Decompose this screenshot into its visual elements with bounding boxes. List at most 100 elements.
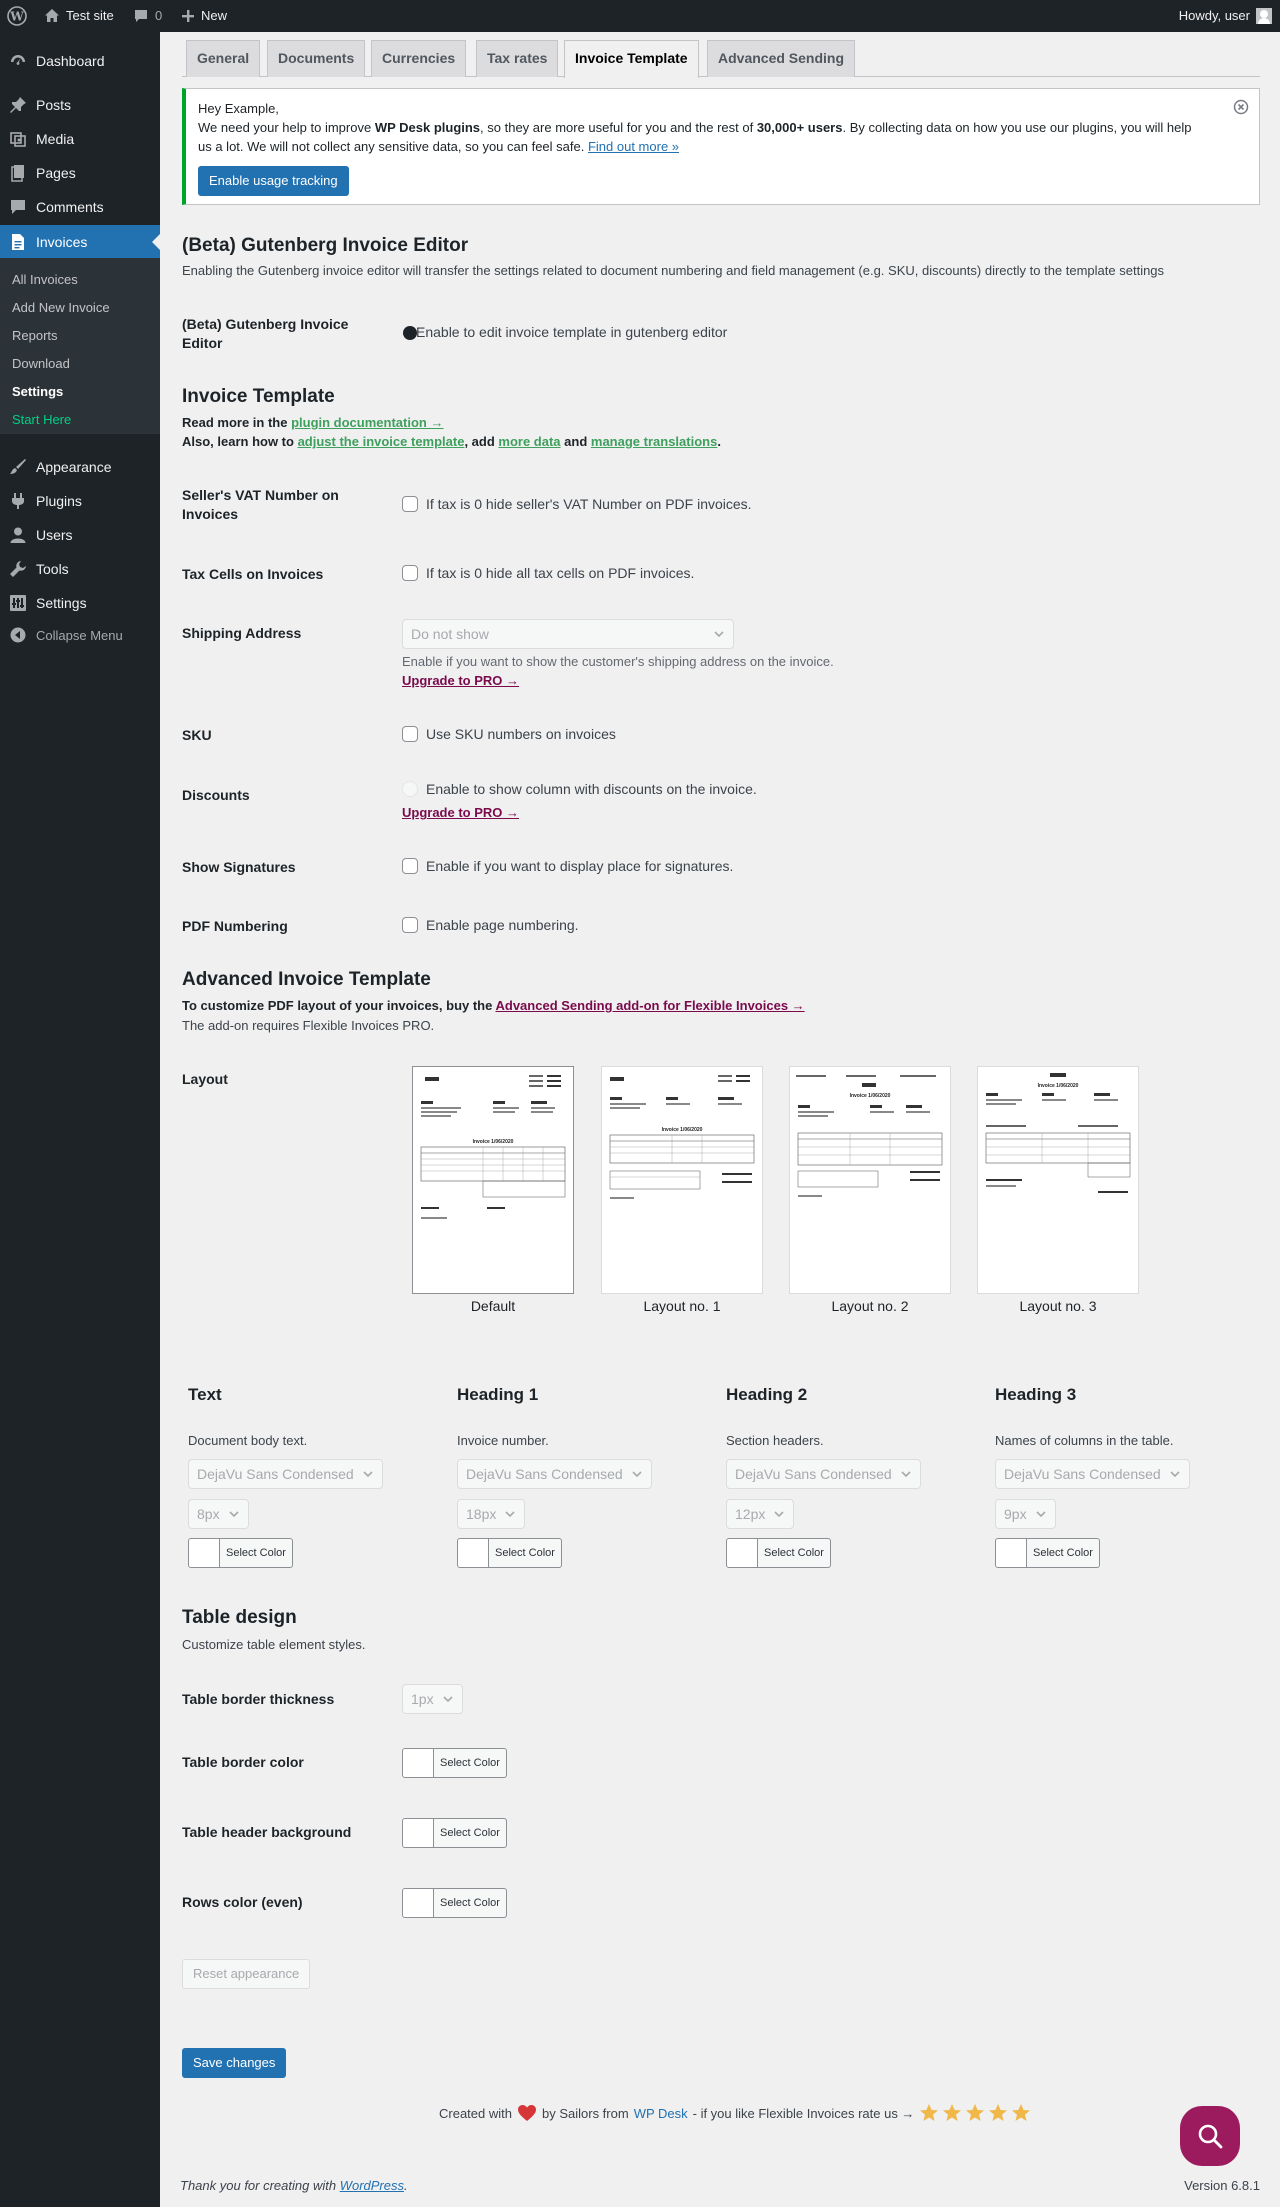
tab-general[interactable]: General bbox=[186, 40, 261, 77]
star-icon[interactable] bbox=[919, 2103, 939, 2123]
sidebar-item-media[interactable]: Media bbox=[0, 122, 160, 156]
select-color-button[interactable]: Select Color bbox=[220, 1538, 293, 1568]
new-content-link[interactable]: New bbox=[181, 0, 227, 32]
star-icon[interactable] bbox=[1011, 2103, 1031, 2123]
tab-advanced-sending[interactable]: Advanced Sending bbox=[707, 40, 856, 77]
discounts-checkbox[interactable] bbox=[402, 781, 418, 797]
comment-icon bbox=[135, 10, 147, 22]
star-icon[interactable] bbox=[988, 2103, 1008, 2123]
sidebar-item-comments[interactable]: Comments bbox=[0, 190, 160, 224]
font-color-picker[interactable]: Select Color bbox=[457, 1538, 562, 1568]
wordpress-logo-icon[interactable]: W bbox=[7, 0, 27, 32]
signatures-checkbox[interactable] bbox=[402, 858, 418, 874]
font-family-select[interactable]: DejaVu Sans Condensed bbox=[726, 1459, 921, 1489]
vat-number-checkbox[interactable] bbox=[402, 496, 418, 512]
wp-desk-link[interactable]: WP Desk bbox=[634, 2106, 688, 2121]
color-swatch[interactable] bbox=[457, 1538, 489, 1568]
font-color-picker[interactable]: Select Color bbox=[995, 1538, 1100, 1568]
plugin-documentation-link[interactable]: plugin documentation → bbox=[291, 415, 443, 430]
sidebar-item-pages[interactable]: Pages bbox=[0, 156, 160, 190]
reset-appearance-button[interactable]: Reset appearance bbox=[182, 1959, 311, 1989]
dismiss-icon[interactable] bbox=[1233, 99, 1249, 115]
gutenberg-editor-toggle[interactable]: Enable to edit invoice template in guten… bbox=[402, 324, 727, 340]
sidebar-item-plugins[interactable]: Plugins bbox=[0, 484, 160, 518]
color-swatch[interactable] bbox=[188, 1538, 220, 1568]
font-size-select[interactable]: 18px bbox=[457, 1499, 526, 1529]
color-swatch[interactable] bbox=[726, 1538, 758, 1568]
invoices-submenu: All Invoices Add New Invoice Reports Dow… bbox=[0, 258, 160, 434]
star-icon[interactable] bbox=[942, 2103, 962, 2123]
color-swatch[interactable] bbox=[402, 1818, 434, 1848]
wordpress-link[interactable]: WordPress bbox=[340, 2178, 404, 2193]
submenu-settings[interactable]: Settings bbox=[12, 382, 63, 402]
footer-period: . bbox=[404, 2178, 408, 2193]
table-border-thickness-select[interactable]: 1px bbox=[402, 1684, 463, 1714]
sidebar-item-label: Users bbox=[36, 527, 73, 543]
color-swatch[interactable] bbox=[995, 1538, 1027, 1568]
sidebar-item-dashboard[interactable]: Dashboard bbox=[0, 44, 160, 78]
save-changes-button[interactable]: Save changes bbox=[182, 2048, 287, 2078]
table-header-background-picker[interactable]: Select Color bbox=[402, 1818, 507, 1848]
font-family-select[interactable]: DejaVu Sans Condensed bbox=[995, 1459, 1190, 1489]
manage-translations-link[interactable]: manage translations bbox=[591, 434, 717, 449]
sidebar-item-label: Settings bbox=[36, 595, 87, 611]
advanced-sending-link[interactable]: Advanced Sending add-on for Flexible Inv… bbox=[496, 998, 805, 1013]
color-swatch[interactable] bbox=[402, 1888, 434, 1918]
select-color-button[interactable]: Select Color bbox=[434, 1748, 507, 1778]
upgrade-pro-link-discounts[interactable]: Upgrade to PRO → bbox=[402, 805, 519, 820]
select-color-button[interactable]: Select Color bbox=[489, 1538, 562, 1568]
submenu-all-invoices[interactable]: All Invoices bbox=[12, 270, 78, 290]
tab-documents[interactable]: Documents bbox=[267, 40, 366, 77]
font-size-select[interactable]: 12px bbox=[726, 1499, 795, 1529]
chevron-down-icon bbox=[774, 1511, 784, 1518]
tab-invoice-template[interactable]: Invoice Template bbox=[564, 40, 699, 78]
layout-card-1[interactable]: Invoice 1/06/2020 bbox=[601, 1066, 763, 1294]
pdf-numbering-checkbox[interactable] bbox=[402, 917, 418, 933]
tax-cells-checkbox[interactable] bbox=[402, 565, 418, 581]
color-swatch[interactable] bbox=[402, 1748, 434, 1778]
submenu-start-here[interactable]: Start Here bbox=[12, 410, 71, 430]
star-icon[interactable] bbox=[965, 2103, 985, 2123]
plug-icon bbox=[12, 493, 24, 509]
submenu-download[interactable]: Download bbox=[12, 354, 70, 374]
more-data-link[interactable]: more data bbox=[498, 434, 560, 449]
rows-color-picker[interactable]: Select Color bbox=[402, 1888, 507, 1918]
sidebar-item-invoices[interactable]: Invoices bbox=[0, 225, 160, 259]
upgrade-pro-link-shipping[interactable]: Upgrade to PRO → bbox=[402, 673, 519, 688]
help-search-button[interactable] bbox=[1180, 2106, 1240, 2166]
submenu-add-new-invoice[interactable]: Add New Invoice bbox=[12, 298, 110, 318]
shipping-address-select[interactable]: Do not show bbox=[402, 619, 734, 649]
adjust-template-link[interactable]: adjust the invoice template bbox=[298, 434, 465, 449]
tab-tax-rates[interactable]: Tax rates bbox=[476, 40, 559, 77]
font-size-value: 18px bbox=[466, 1506, 497, 1522]
find-out-more-link[interactable]: Find out more » bbox=[588, 139, 679, 154]
select-color-button[interactable]: Select Color bbox=[434, 1888, 507, 1918]
collapse-menu-button[interactable]: Collapse Menu bbox=[0, 620, 160, 650]
font-family-select[interactable]: DejaVu Sans Condensed bbox=[457, 1459, 652, 1489]
sidebar-item-tools[interactable]: Tools bbox=[0, 552, 160, 586]
site-name-link[interactable]: Test site bbox=[44, 0, 114, 32]
font-size-select[interactable]: 9px bbox=[995, 1499, 1056, 1529]
select-color-button[interactable]: Select Color bbox=[1027, 1538, 1100, 1568]
select-color-button[interactable]: Select Color bbox=[434, 1818, 507, 1848]
sidebar-item-settings[interactable]: Settings bbox=[0, 586, 160, 620]
table-border-color-picker[interactable]: Select Color bbox=[402, 1748, 507, 1778]
tab-currencies[interactable]: Currencies bbox=[371, 40, 467, 77]
layout-card-default[interactable]: Invoice 1/06/2020 bbox=[412, 1066, 574, 1294]
font-size-select[interactable]: 8px bbox=[188, 1499, 249, 1529]
font-color-picker[interactable]: Select Color bbox=[726, 1538, 831, 1568]
sidebar-item-posts[interactable]: Posts bbox=[0, 88, 160, 122]
sidebar-item-appearance[interactable]: Appearance bbox=[0, 450, 160, 484]
enable-usage-tracking-button[interactable]: Enable usage tracking bbox=[198, 166, 349, 196]
rating-stars[interactable] bbox=[919, 2103, 1031, 2123]
sku-checkbox[interactable] bbox=[402, 726, 418, 742]
layout-card-2[interactable]: Invoice 1/06/2020 bbox=[789, 1066, 951, 1294]
font-color-picker[interactable]: Select Color bbox=[188, 1538, 293, 1568]
select-color-button[interactable]: Select Color bbox=[758, 1538, 831, 1568]
layout-card-3[interactable]: Invoice 1/06/2020 bbox=[977, 1066, 1139, 1294]
comments-link[interactable]: 0 bbox=[133, 0, 162, 32]
font-family-select[interactable]: DejaVu Sans Condensed bbox=[188, 1459, 383, 1489]
submenu-reports[interactable]: Reports bbox=[12, 326, 58, 346]
sidebar-item-users[interactable]: Users bbox=[0, 518, 160, 552]
my-account-link[interactable]: Howdy, user bbox=[1179, 0, 1272, 32]
